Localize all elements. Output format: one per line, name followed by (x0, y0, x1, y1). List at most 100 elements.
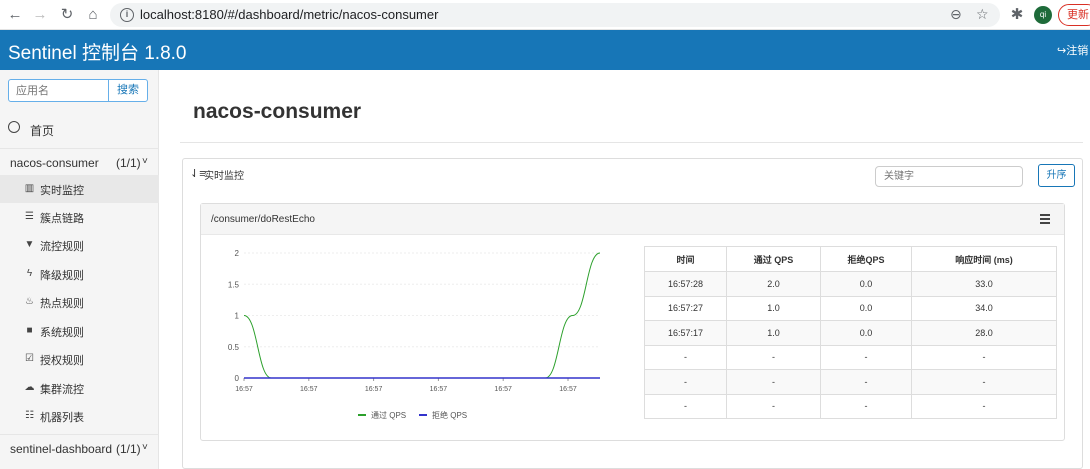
keyword-search-input[interactable] (875, 166, 1023, 187)
update-button[interactable]: 更新 (1058, 4, 1090, 26)
table-header-row: 时间 通过 QPS 拒绝QPS 响应时间 (ms) (644, 246, 1057, 272)
sidebar: 搜索 首页 nacos-consumer (1/1) ˅ ▥ 实时监控 ☰ 簇点… (0, 70, 159, 469)
sidebar-item-home[interactable]: 首页 (0, 116, 159, 142)
sidebar-item-machine-list[interactable]: ☷ 机器列表 (0, 402, 159, 430)
back-arrow-icon[interactable]: ← (6, 6, 24, 24)
resource-name: /consumer/doRestEcho (211, 214, 315, 225)
browser-toolbar: ← → ↻ ⌂ i localhost:8180/#/dashboard/met… (0, 0, 1090, 30)
list-icon: ☰ (25, 211, 34, 222)
sidebar-item-label: 机器列表 (40, 412, 84, 424)
cell-time: 16:57:28 (644, 271, 727, 297)
table-row: 16:57:27 1.0 0.0 34.0 (644, 295, 1057, 321)
table-row: 16:57:17 1.0 0.0 28.0 (644, 320, 1057, 346)
app-header: Sentinel 控制台 1.8.0 ↪注销 (0, 30, 1090, 70)
sidebar-item-authority-rules[interactable]: ☑ 授权规则 (0, 345, 159, 373)
bar-chart-icon: ▥ (24, 183, 35, 194)
cell-pass-qps: - (726, 344, 821, 370)
cell-pass-qps: 1.0 (726, 295, 821, 321)
extensions-icon[interactable]: ✱ (1008, 6, 1026, 24)
app-name: nacos-consumer (10, 156, 99, 170)
cloud-icon: ☁ (24, 382, 35, 393)
table-row: ---- (644, 344, 1057, 370)
sidebar-item-system-rules[interactable]: ■ 系统规则 (0, 317, 159, 345)
sidebar-app-sentinel-dashboard[interactable]: sentinel-dashboard (1/1) ˅ (0, 434, 159, 460)
sidebar-item-label: 簇点链路 (40, 213, 84, 225)
resource-card-header: /consumer/doRestEcho (201, 204, 1064, 235)
profile-avatar[interactable]: qi (1034, 6, 1052, 24)
y-tick-label: 1 (235, 312, 240, 321)
bookmark-star-icon[interactable]: ☆ (976, 6, 989, 23)
sidebar-item-cluster-flow[interactable]: ☁ 集群流控 (0, 374, 159, 402)
legend-label: 通过 QPS (371, 410, 406, 420)
chevron-down-icon: ˅ (142, 442, 148, 453)
y-tick-label: 0 (235, 374, 240, 383)
sidebar-item-label: 授权规则 (40, 355, 84, 367)
address-bar[interactable]: i localhost:8180/#/dashboard/metric/naco… (110, 3, 1000, 27)
sidebar-item-realtime-monitor[interactable]: ▥ 实时监控 (0, 175, 159, 203)
cell-time: 16:57:17 (644, 320, 727, 346)
check-icon: ☑ (25, 353, 34, 364)
app-title: Sentinel 控制台 1.8.0 (8, 43, 187, 64)
sidebar-item-label: 热点规则 (40, 298, 84, 310)
sidebar-item-flow-rules[interactable]: ▼ 流控规则 (0, 231, 159, 259)
home-icon[interactable]: ⌂ (84, 6, 102, 24)
url-text: localhost:8180/#/dashboard/metric/nacos-… (140, 7, 439, 22)
table-row: ---- (644, 393, 1057, 419)
y-tick-label: 0.5 (228, 343, 240, 352)
app-instance-count: (1/1) (116, 156, 141, 170)
sort-ascending-button[interactable]: 升序 (1038, 164, 1075, 187)
sidebar-item-hotspot-rules[interactable]: ♨ 热点规则 (0, 288, 159, 316)
cell-pass-qps: - (726, 393, 821, 419)
sidebar-app-nacos-consumer[interactable]: nacos-consumer (1/1) ˅ (0, 148, 159, 174)
filter-icon: ▼ (24, 239, 35, 250)
x-tick-label: 16:57 (559, 386, 577, 393)
menu-icon[interactable] (1040, 214, 1050, 224)
sidebar-item-label: 集群流控 (40, 384, 84, 396)
x-tick-label: 16:57 (430, 386, 448, 393)
zoom-icon[interactable]: ⊖ (950, 6, 962, 23)
cell-time: - (644, 369, 727, 395)
cell-block-qps: 0.0 (820, 295, 912, 321)
cell-pass-qps: 2.0 (726, 271, 821, 297)
title-divider (180, 142, 1083, 143)
forward-arrow-icon[interactable]: → (31, 6, 49, 24)
panel-title: 实时监控 (204, 171, 244, 182)
col-header-pass-qps: 通过 QPS (726, 246, 821, 272)
qps-line-chart: 2 1.5 1 0.5 0 16:57 16:57 16:57 16:57 16:57 16:57 通… (228, 249, 601, 420)
cell-block-qps: - (820, 344, 912, 370)
cell-rt: - (911, 393, 1057, 419)
sidebar-item-label: 系统规则 (40, 327, 84, 339)
sidebar-item-label: 实时监控 (40, 185, 84, 197)
sidebar-item-label: 流控规则 (40, 241, 84, 253)
y-tick-label: 2 (235, 249, 240, 258)
x-tick-label: 16:57 (365, 386, 383, 393)
col-header-block-qps: 拒绝QPS (820, 246, 912, 272)
app-instance-count: (1/1) (116, 442, 141, 456)
fire-icon: ♨ (25, 296, 34, 307)
sidebar-item-degrade-rules[interactable]: ϟ 降级规则 (0, 260, 159, 288)
x-tick-label: 16:57 (300, 386, 318, 393)
col-header-time: 时间 (644, 246, 727, 272)
cell-block-qps: 0.0 (820, 320, 912, 346)
dashboard-icon (8, 121, 20, 133)
lock-icon: ■ (26, 325, 33, 336)
site-info-icon[interactable]: i (120, 8, 134, 22)
page-title: nacos-consumer (193, 100, 362, 123)
app-search-input[interactable] (8, 79, 109, 102)
table-row: 16:57:28 2.0 0.0 33.0 (644, 271, 1057, 297)
chevron-down-icon: ˅ (142, 156, 148, 167)
cell-rt: 34.0 (911, 295, 1057, 321)
logout-label: 注销 (1066, 45, 1089, 57)
cell-rt: 28.0 (911, 320, 1057, 346)
flash-icon: ϟ (26, 268, 33, 279)
y-tick-label: 1.5 (228, 280, 240, 289)
logout-link[interactable]: ↪注销 (1057, 42, 1088, 58)
search-button[interactable]: 搜索 (108, 79, 148, 102)
cell-block-qps: - (820, 393, 912, 419)
cell-rt: 33.0 (911, 271, 1057, 297)
cell-time: 16:57:27 (644, 295, 727, 321)
app-name: sentinel-dashboard (10, 442, 113, 456)
sidebar-item-resource-chain[interactable]: ☰ 簇点链路 (0, 203, 159, 231)
reload-icon[interactable]: ↻ (58, 6, 76, 24)
x-tick-label: 16:57 (235, 386, 253, 393)
